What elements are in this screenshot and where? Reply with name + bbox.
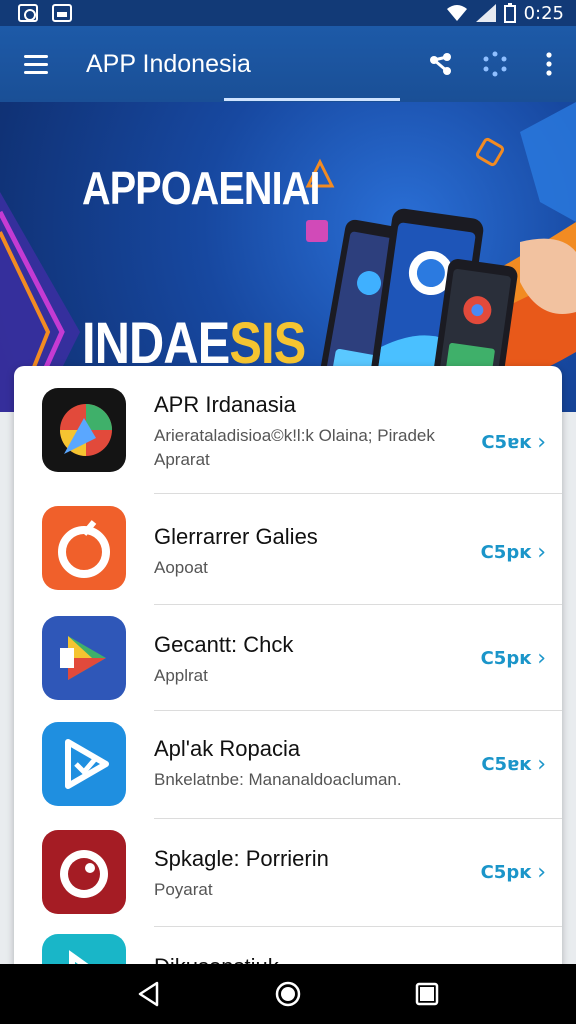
app-list: APR Irdanasia Arierataladisioa©k!l:k Ola… xyxy=(14,366,562,986)
home-button[interactable] xyxy=(258,964,318,1024)
play-store-icon xyxy=(42,616,126,700)
open-button[interactable]: C5pĸ › xyxy=(481,540,546,565)
battery-icon xyxy=(503,3,516,23)
recents-button[interactable] xyxy=(397,964,457,1024)
signal-icon xyxy=(475,4,496,22)
share-button[interactable] xyxy=(414,26,468,102)
share-icon xyxy=(430,53,451,75)
chevron-right-icon: › xyxy=(537,752,546,777)
ring-icon xyxy=(42,830,126,914)
app-category: Aprarat xyxy=(154,450,210,469)
divider xyxy=(154,926,562,927)
divider xyxy=(154,493,562,494)
app-name: APR Irdanasia xyxy=(154,392,296,417)
list-item[interactable]: Glerrarrer Galies Aopoat C5pĸ › xyxy=(14,496,562,606)
more-options-button[interactable] xyxy=(522,26,576,102)
app-name: Gecantt: Chck xyxy=(154,632,294,657)
compass-icon xyxy=(42,388,126,472)
chevron-right-icon: › xyxy=(537,540,546,565)
open-button[interactable]: C5ɐĸ › xyxy=(481,430,546,455)
divider xyxy=(154,818,562,819)
photo-notification-icon xyxy=(52,4,72,22)
app-name: Spkagle: Porrierin xyxy=(154,846,329,871)
wifi-icon xyxy=(446,5,467,21)
chevron-right-icon: › xyxy=(537,430,546,455)
tab-indicator xyxy=(224,98,400,101)
chevron-right-icon: › xyxy=(537,860,546,885)
home-circle-icon xyxy=(275,981,301,1007)
app-name: Apl'ak Ropacia xyxy=(154,736,301,761)
back-triangle-icon xyxy=(139,981,159,1007)
clock: 0:25 xyxy=(523,2,564,24)
banner-headline-1: APPOAENIAI xyxy=(82,162,320,214)
status-bar: 0:25 xyxy=(0,0,576,26)
app-title: APP Indonesia xyxy=(86,49,251,78)
app-category: Poyarat xyxy=(154,880,213,899)
list-item[interactable]: APR Irdanasia Arierataladisioa©k!l:k Ola… xyxy=(14,380,562,500)
list-item[interactable]: Spkagle: Porrierin Poyarat C5pĸ › xyxy=(14,820,562,926)
app-description: Bnkelatnbe: Mananaldoacluman. xyxy=(154,770,402,789)
screen: 0:25 APP Indonesia APPOAENIAI INDAESIS A… xyxy=(0,0,576,1024)
open-button[interactable]: C5pĸ › xyxy=(481,646,546,671)
fruit-icon xyxy=(42,506,126,590)
loading-dots-icon xyxy=(483,51,507,77)
app-category: Applrat xyxy=(154,666,208,685)
app-description: Arierataladisioa©k!l:k Olaina; Piradek xyxy=(154,426,435,445)
divider xyxy=(154,604,562,605)
app-category: Aopoat xyxy=(154,558,208,577)
system-nav-bar xyxy=(0,964,576,1024)
list-item[interactable]: Apl'ak Ropacia Bnkelatnbe: Mananaldoaclu… xyxy=(14,712,562,820)
chevron-right-icon: › xyxy=(537,646,546,671)
play-check-icon xyxy=(42,722,126,806)
open-button[interactable]: C5pĸ › xyxy=(481,860,546,885)
open-button[interactable]: C5ɐĸ › xyxy=(481,752,546,777)
banner-headline-2: INDAESIS xyxy=(82,311,306,376)
app-name: Glerrarrer Galies xyxy=(154,524,318,549)
instagram-notification-icon xyxy=(18,4,38,22)
more-vert-icon xyxy=(546,52,552,76)
back-button[interactable] xyxy=(119,964,179,1024)
list-item[interactable]: Gecantt: Chck Applrat C5pĸ › xyxy=(14,606,562,712)
recents-square-icon xyxy=(415,982,438,1006)
app-bar: APP Indonesia xyxy=(0,26,576,102)
loading-button[interactable] xyxy=(468,26,522,102)
divider xyxy=(154,710,562,711)
hamburger-icon xyxy=(24,54,48,58)
menu-button[interactable] xyxy=(0,26,72,102)
